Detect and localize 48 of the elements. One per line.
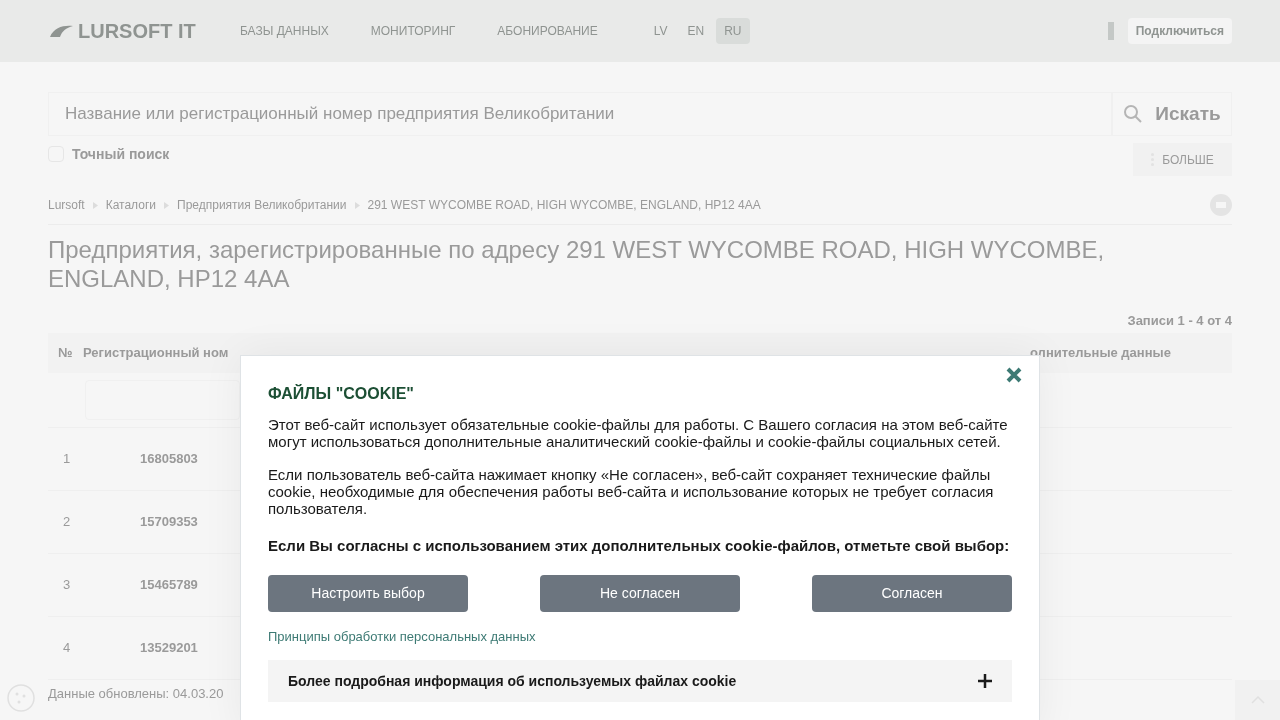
table-cell-text: 1 — [62, 450, 72, 469]
close-icon — [1005, 366, 1023, 384]
breadcrumb-link[interactable]: Предприятия Великобритании — [177, 196, 347, 214]
chevron-icon — [354, 201, 360, 209]
details-accordion[interactable]: Более подробная информация об используемых файлах cookie — [268, 660, 1012, 702]
close-button[interactable] — [1005, 366, 1023, 384]
filter-field[interactable] — [85, 380, 240, 420]
wing-icon — [48, 23, 74, 39]
language-link[interactable]: RU — [716, 18, 750, 44]
language-link[interactable]: LV — [645, 18, 676, 44]
dialog-text: Если пользователь веб-сайта нажимает кнопку «Не согласен», веб-сайт сохраняет технические файлы cookie, необходимые для обеспечения работы веб-сайта и использование которых не требует согласия пользователя. — [268, 466, 995, 517]
dialog-prompt: Если Вы согласны с использованием этих дополнительных cookie-файлов, отметьте свой выбор: — [268, 536, 1011, 556]
table-cell-text: 13529201 — [140, 639, 198, 658]
consent-button[interactable]: Настроить выбор — [268, 574, 468, 612]
search-field[interactable]: Название или регистрационный номер предприятия Великобритании — [48, 92, 1112, 136]
search-button[interactable]: Искать — [1112, 92, 1232, 136]
chevron-icon — [164, 201, 169, 209]
update-note: Данные обновлены: 04.03.20 — [48, 686, 224, 701]
chevron-icon — [92, 201, 98, 209]
consent-button[interactable]: Согласен — [812, 574, 1012, 612]
consent-button[interactable]: Не согласен — [540, 574, 740, 612]
table-cell-text: 16805803 — [140, 450, 198, 469]
breadcrumb-link[interactable]: Каталоги — [105, 196, 156, 214]
search-icon — [1123, 104, 1144, 124]
column-header: олнительные данные — [1030, 344, 1171, 363]
table-cell-text: 15465789 — [140, 576, 198, 595]
table-cell-text: 15709353 — [140, 513, 198, 532]
records-count: Записи 1 - 4 от 4 — [1127, 313, 1232, 329]
breadcrumb-link[interactable]: 291 WEST WYCOMBE ROAD, HIGH WYCOMBE, ENGLAND, HP12 4AA — [367, 196, 761, 214]
privacy-link[interactable]: Принципы обработки персональных данных — [268, 626, 1012, 646]
plus-icon — [978, 674, 992, 688]
column-header: Регистрационный ном — [83, 344, 230, 363]
breadcrumb-link[interactable]: Lursoft — [48, 196, 85, 214]
nav-link[interactable]: АБОНИРОВАНИЕ — [497, 22, 598, 40]
more-button[interactable]: БОЛЬШЕ — [1133, 143, 1232, 176]
nav-link[interactable]: БАЗЫ ДАННЫХ — [240, 22, 329, 40]
page-title: Предприятия, зарегистрированные по адресу 291 WEST WYCOMBE ROAD, HIGH WYCOMBE, ENGLAND, HP12 4AA — [48, 235, 1106, 293]
logo[interactable]: LURSOFT IT — [48, 16, 240, 46]
dialog-title: ФАЙЛЫ "COOKIE" — [268, 383, 415, 404]
table-cell-text: 4 — [62, 639, 72, 658]
connect-button[interactable]: Подключиться — [1127, 18, 1232, 44]
table-cell-text: 3 — [62, 576, 72, 595]
language-link[interactable]: EN — [679, 18, 713, 44]
dialog-text: Этот веб-сайт использует обязательные cookie-файлы для работы. С Вашего согласия на этом веб-сайте могут использоваться дополнительные аналитический cookie-файлы и cookie-файлы социальных сетей. — [268, 416, 1009, 450]
table-cell-text: 2 — [62, 513, 72, 532]
exact-search-label: Точный поиск — [72, 144, 170, 164]
nav-link[interactable]: МОНИТОРИНГ — [370, 22, 456, 40]
column-header: № — [57, 344, 74, 363]
